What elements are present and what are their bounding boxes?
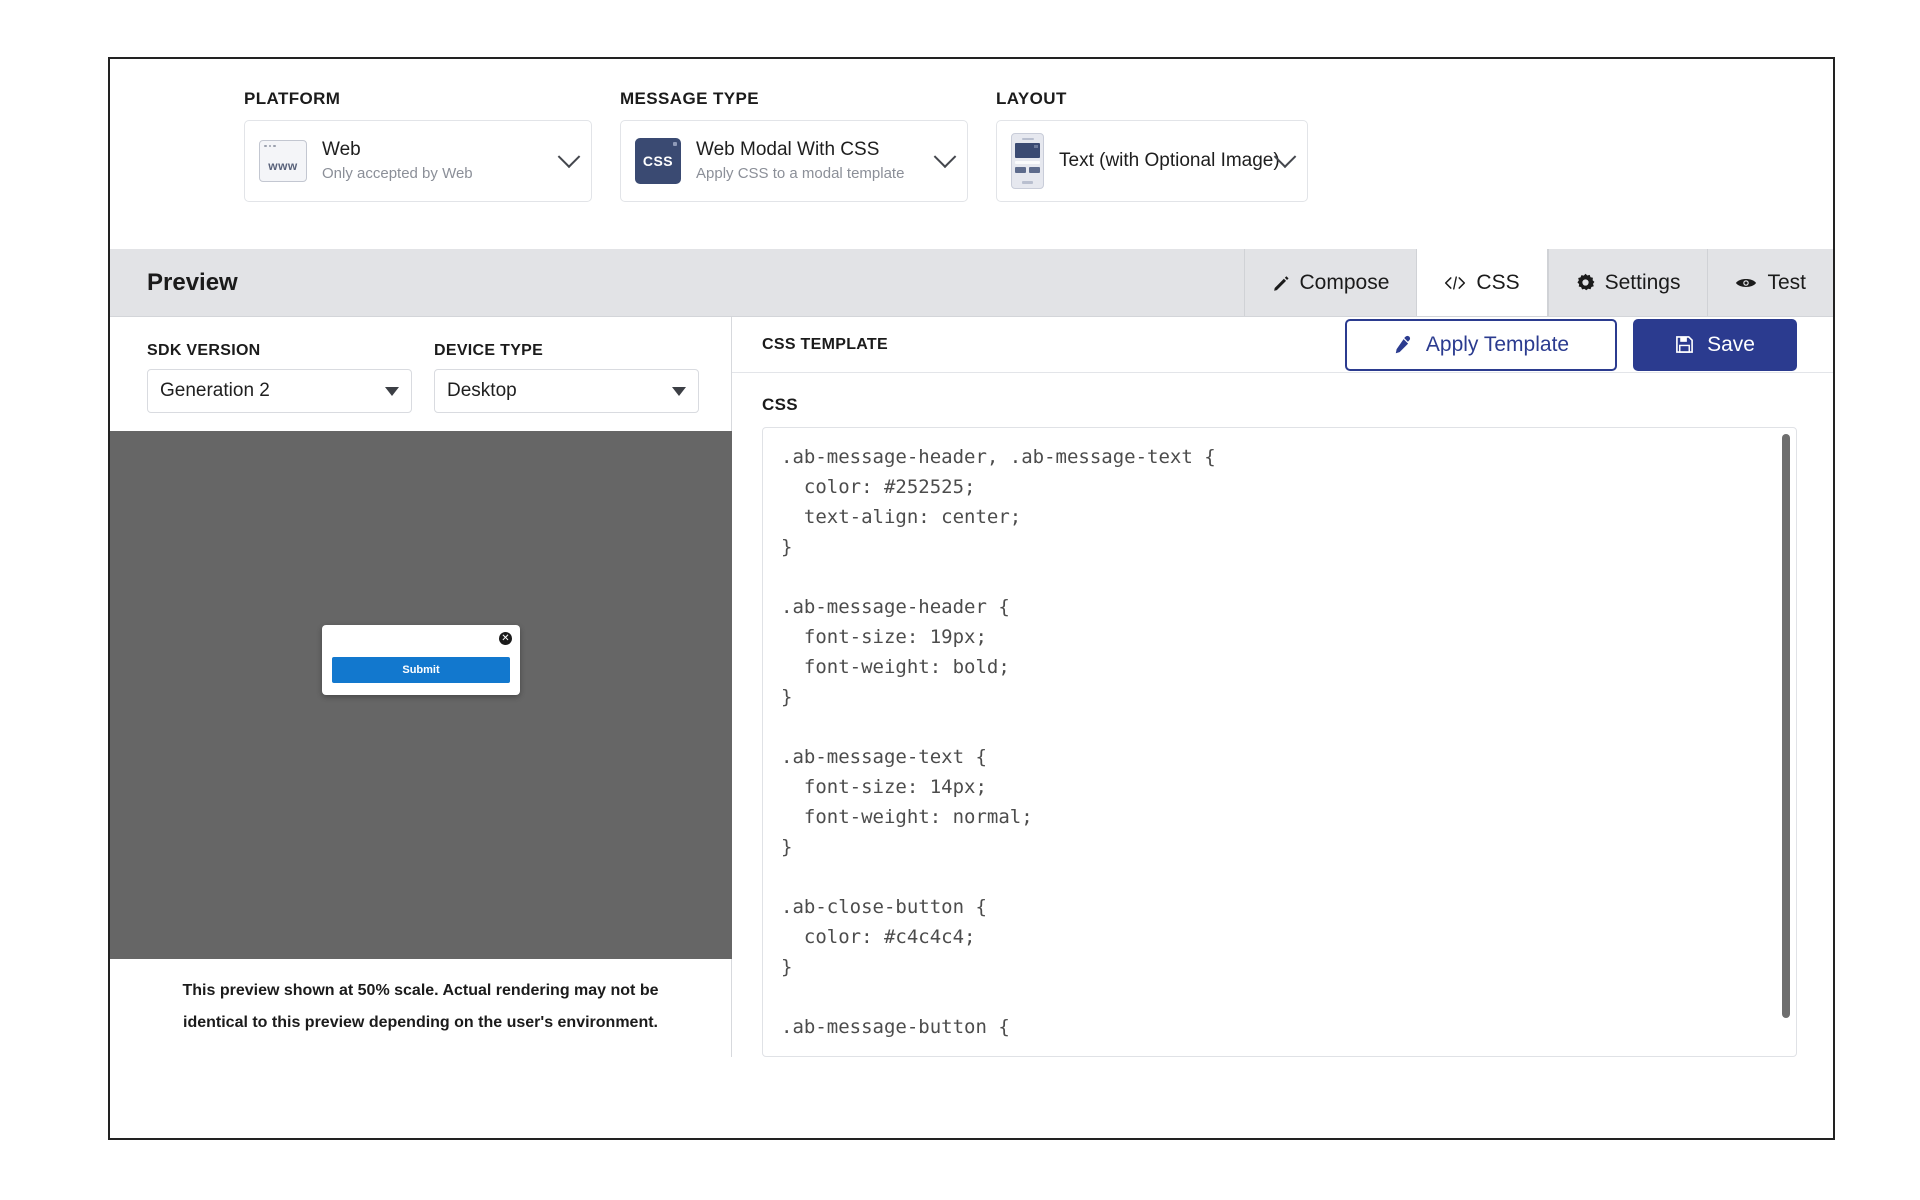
layout-dropdown[interactable]: Text (with Optional Image) — [996, 120, 1308, 202]
layout-label: LAYOUT — [996, 89, 1308, 109]
sdk-version-value: Generation 2 — [160, 380, 385, 402]
www-browser-icon: www — [259, 140, 307, 182]
css-code-editor[interactable]: .ab-message-header, .ab-message-text { c… — [762, 427, 1797, 1057]
preview-scale-note: This preview shown at 50% scale. Actual … — [110, 959, 731, 1057]
css-editor-section: CSS .ab-message-header, .ab-message-text… — [732, 373, 1833, 1057]
platform-label: PLATFORM — [244, 89, 592, 109]
chevron-down-icon[interactable] — [934, 145, 957, 168]
tab-test[interactable]: Test — [1707, 249, 1833, 316]
css-editor-label: CSS — [762, 395, 1797, 415]
device-type-label: DEVICE TYPE — [434, 342, 699, 360]
css-badge-icon: CSS — [635, 138, 681, 184]
platform-subtitle: Only accepted by Web — [322, 164, 551, 184]
preview-modal: ✕ Submit — [322, 625, 520, 695]
css-icon-text: CSS — [635, 138, 681, 184]
selector-row: PLATFORM www Web Only accepted by Web ME… — [110, 59, 1833, 202]
eye-icon — [1735, 276, 1757, 290]
sdk-version-label: SDK VERSION — [147, 342, 412, 360]
message-composer-page: PLATFORM www Web Only accepted by Web ME… — [108, 57, 1835, 1140]
tab-compose-label: Compose — [1300, 271, 1390, 295]
tab-bar: Preview Compose CSS Settings Test — [110, 249, 1833, 317]
message-type-dropdown[interactable]: CSS Web Modal With CSS Apply CSS to a mo… — [620, 120, 968, 202]
platform-title: Web — [322, 138, 551, 162]
preview-stage: ✕ Submit — [110, 431, 732, 959]
tab-settings-label: Settings — [1605, 271, 1681, 295]
css-pane: CSS TEMPLATE Apply Template Save CSS — [732, 317, 1833, 1057]
chevron-down-icon — [385, 387, 399, 396]
chevron-down-icon[interactable] — [558, 145, 581, 168]
layout-title: Text (with Optional Image) — [1059, 149, 1267, 173]
platform-selector-group: PLATFORM www Web Only accepted by Web — [244, 89, 592, 202]
preview-panel-title: Preview — [110, 249, 1244, 316]
phone-layout-icon — [1011, 133, 1044, 189]
message-type-label: MESSAGE TYPE — [620, 89, 968, 109]
modal-submit-button[interactable]: Submit — [332, 657, 510, 683]
save-button[interactable]: Save — [1633, 319, 1797, 371]
tab-test-label: Test — [1767, 271, 1806, 295]
preview-pane: SDK VERSION Generation 2 DEVICE TYPE Des… — [110, 317, 732, 1057]
layout-selector-group: LAYOUT Text (with Optional Image) — [996, 89, 1308, 202]
gear-icon — [1576, 273, 1595, 292]
save-label: Save — [1707, 333, 1755, 357]
body-split: SDK VERSION Generation 2 DEVICE TYPE Des… — [110, 317, 1833, 1057]
apply-template-button[interactable]: Apply Template — [1345, 319, 1617, 371]
device-type-control: DEVICE TYPE Desktop — [434, 342, 699, 413]
device-type-value: Desktop — [447, 380, 672, 402]
sdk-version-control: SDK VERSION Generation 2 — [147, 342, 412, 413]
message-type-title: Web Modal With CSS — [696, 138, 927, 162]
message-type-subtitle: Apply CSS to a modal template — [696, 164, 927, 184]
chevron-down-icon — [672, 387, 686, 396]
preview-controls: SDK VERSION Generation 2 DEVICE TYPE Des… — [110, 317, 731, 431]
message-type-selector-group: MESSAGE TYPE CSS Web Modal With CSS Appl… — [620, 89, 968, 202]
eyedropper-icon — [1393, 335, 1413, 355]
platform-dropdown[interactable]: www Web Only accepted by Web — [244, 120, 592, 202]
tab-compose[interactable]: Compose — [1244, 249, 1417, 316]
pencil-icon — [1272, 274, 1290, 292]
close-icon[interactable]: ✕ — [499, 632, 512, 645]
www-icon-text: www — [260, 151, 306, 181]
sdk-version-select[interactable]: Generation 2 — [147, 369, 412, 413]
apply-template-label: Apply Template — [1426, 333, 1569, 357]
tab-settings[interactable]: Settings — [1548, 249, 1708, 316]
editor-scrollbar[interactable] — [1782, 434, 1790, 1018]
code-icon — [1444, 275, 1466, 291]
tab-css-label: CSS — [1476, 271, 1519, 295]
css-code-content[interactable]: .ab-message-header, .ab-message-text { c… — [781, 442, 1778, 1042]
device-type-select[interactable]: Desktop — [434, 369, 699, 413]
css-template-header: CSS TEMPLATE Apply Template Save — [732, 317, 1833, 373]
floppy-disk-icon — [1675, 335, 1694, 354]
tab-css[interactable]: CSS — [1416, 249, 1547, 316]
css-template-label: CSS TEMPLATE — [762, 336, 1345, 354]
